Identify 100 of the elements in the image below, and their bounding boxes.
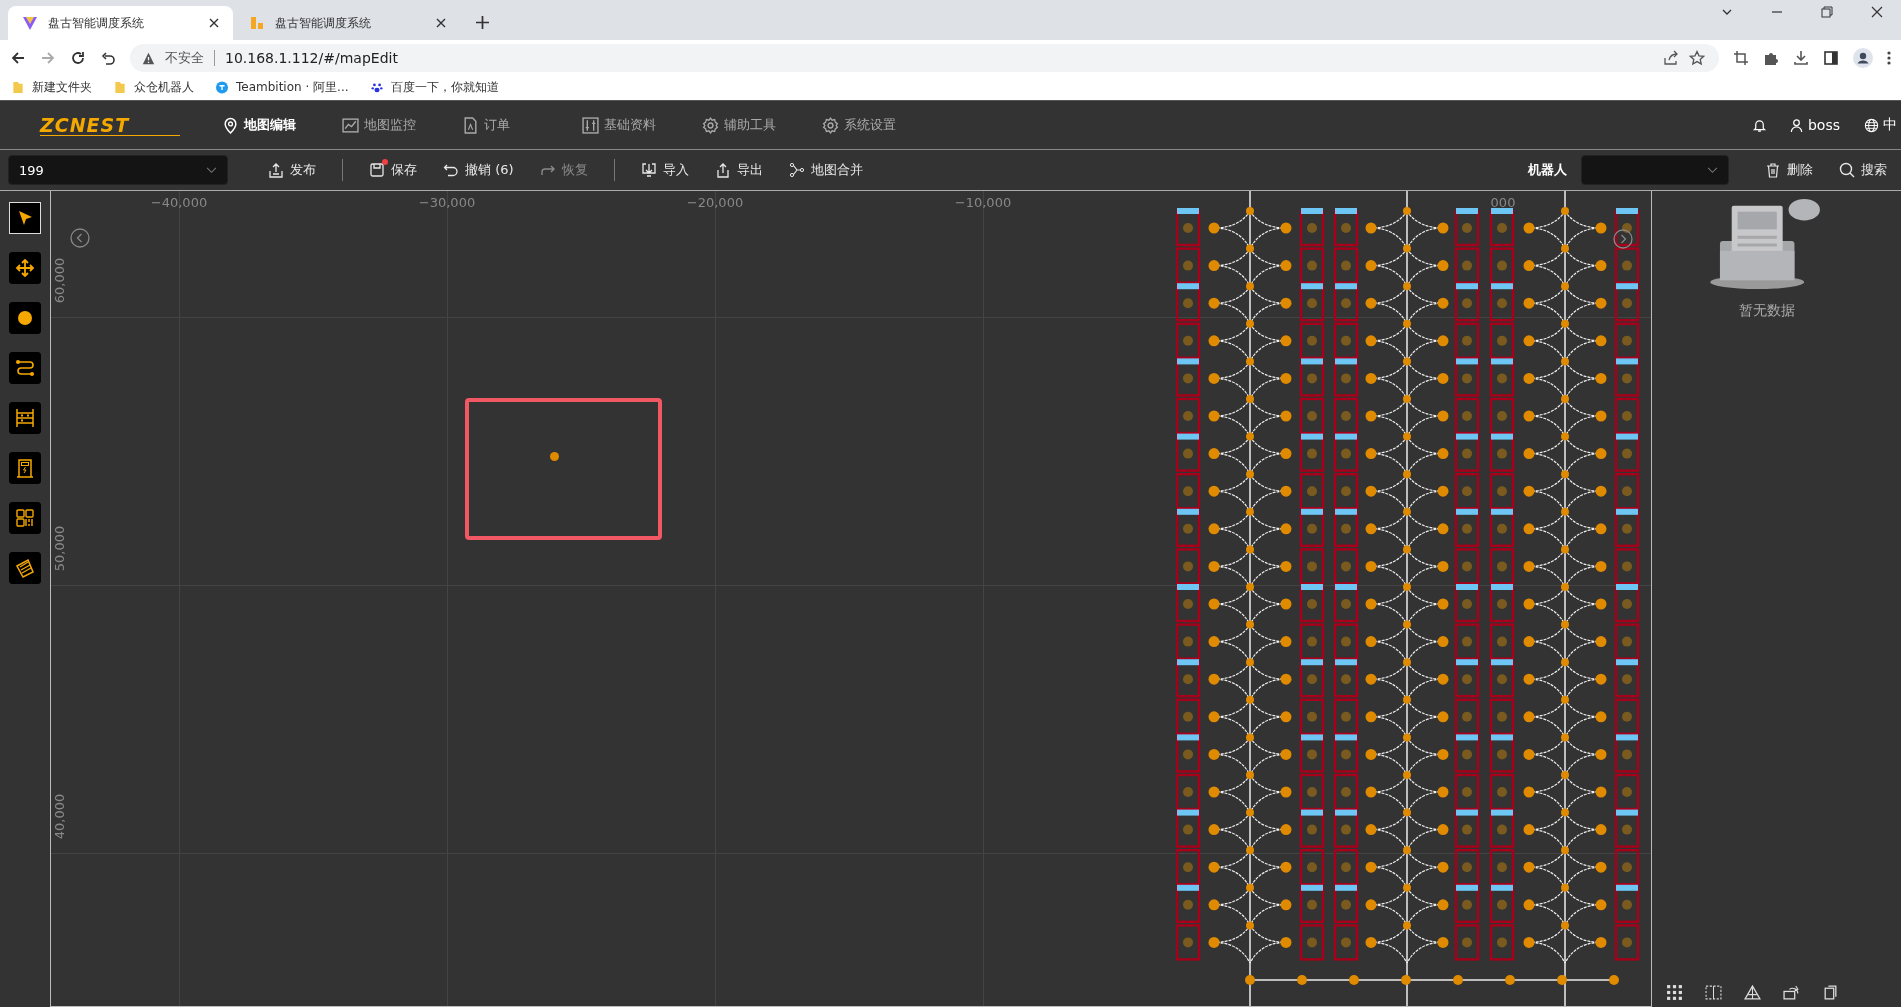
split-view-icon[interactable]: [1705, 984, 1722, 1001]
gear-icon: [822, 116, 839, 134]
y-axis-label: 50,000: [52, 525, 68, 572]
tool-button[interactable]: [9, 452, 41, 484]
back-arrow-icon[interactable]: [10, 50, 26, 66]
language-menu[interactable]: 中: [1864, 116, 1897, 134]
triangle-logo-icon: [22, 15, 38, 31]
browser-tab[interactable]: 盘古智能调度系统: [8, 6, 233, 40]
qr-code-icon: [15, 508, 35, 528]
empty-state-text: 暂无数据: [1738, 302, 1795, 320]
tool-button[interactable]: [9, 352, 41, 384]
restore-icon[interactable]: [1821, 6, 1833, 18]
warning-icon: [142, 51, 155, 65]
close-icon[interactable]: [209, 18, 219, 28]
nav-tab[interactable]: 辅助工具: [702, 116, 784, 134]
x-axis-label: −40,000: [150, 195, 208, 210]
import-icon: [640, 162, 657, 178]
nav-tab[interactable]: 基础资料: [582, 116, 664, 134]
puzzle-piece-icon[interactable]: [1763, 50, 1779, 66]
toolbar-button[interactable]: 导出: [708, 155, 769, 185]
star-icon[interactable]: [1689, 50, 1705, 66]
security-label: 不安全: [165, 49, 204, 67]
x-axis-label: −10,000: [954, 195, 1012, 210]
toolbar-button[interactable]: 地图合并: [782, 155, 869, 185]
search-icon: [1839, 162, 1855, 178]
user-icon: [1788, 117, 1804, 133]
nav-tab[interactable]: 地图编辑: [222, 116, 304, 134]
toolbar-button[interactable]: 发布: [262, 155, 322, 185]
chevron-left-circle-icon[interactable]: [70, 228, 90, 248]
toolbar-button[interactable]: 撤销 (6): [437, 155, 520, 185]
tool-button[interactable]: [9, 252, 41, 284]
shelf-icon: [15, 408, 35, 428]
bookmark-item[interactable]: 新建文件夹: [12, 78, 92, 96]
path-icon: [15, 358, 35, 378]
move-arrows-icon: [15, 258, 35, 278]
chevron-down-icon: [1707, 166, 1718, 174]
save-icon: [369, 162, 385, 178]
close-icon[interactable]: [436, 18, 446, 28]
undo-icon: [443, 162, 459, 178]
rotate-icon[interactable]: [1783, 984, 1800, 1001]
merge-icon: [788, 162, 805, 178]
bookmark-item[interactable]: 百度一下，你就知道: [370, 78, 499, 96]
plus-icon[interactable]: [476, 16, 489, 29]
sidebar-icon[interactable]: [1823, 50, 1839, 66]
triangle-icon[interactable]: [1744, 984, 1761, 1001]
dot-icon: [15, 308, 35, 328]
x-axis-label: −30,000: [418, 195, 476, 210]
map-point[interactable]: [550, 452, 559, 461]
browser-tab[interactable]: 盘古智能调度系统: [235, 6, 460, 40]
search-button[interactable]: 搜索: [1833, 155, 1893, 185]
circle-logo-icon: [216, 80, 228, 94]
user-menu[interactable]: boss: [1788, 117, 1840, 133]
download-icon[interactable]: [1793, 50, 1809, 66]
folder-icon: [12, 80, 24, 94]
grid-icon[interactable]: [1666, 984, 1683, 1001]
url-text: 10.168.1.112/#/mapEdit: [225, 50, 398, 66]
chevron-down-icon: [206, 166, 217, 174]
avatar-icon[interactable]: [1853, 48, 1873, 68]
sliders-icon: [582, 116, 599, 134]
upload-tray-icon: [268, 162, 284, 178]
globe-icon: [1864, 117, 1879, 133]
nav-tab[interactable]: 系统设置: [822, 116, 904, 134]
robot-label: 机器人: [1528, 161, 1567, 179]
x-axis-label: 000: [1490, 195, 1516, 210]
bell-icon[interactable]: [1751, 117, 1767, 133]
delete-button[interactable]: 删除: [1759, 155, 1819, 185]
address-bar[interactable]: 不安全 10.168.1.112/#/mapEdit: [130, 44, 1719, 72]
share-icon[interactable]: [1663, 50, 1679, 66]
folder-icon: [114, 80, 126, 94]
x-axis-label: −20,000: [686, 195, 744, 210]
crop-icon[interactable]: [1733, 50, 1749, 66]
toolbar-button[interactable]: 导入: [634, 155, 695, 185]
gear-icon: [702, 116, 719, 134]
tool-button[interactable]: [9, 402, 41, 434]
hatched-area-icon: [15, 558, 35, 578]
bookmark-item[interactable]: Teambition · 阿里...: [216, 78, 349, 96]
toolbar-button[interactable]: 保存: [363, 155, 423, 185]
map-select[interactable]: 199: [8, 155, 228, 185]
line-chart-icon: [342, 116, 359, 134]
robot-logo-icon: [249, 15, 265, 31]
document-icon: [462, 116, 479, 134]
tool-button[interactable]: [9, 552, 41, 584]
close-icon[interactable]: [1871, 6, 1883, 18]
trash-icon: [1765, 162, 1781, 178]
map-pin-icon: [222, 116, 239, 134]
reload-icon[interactable]: [70, 50, 86, 66]
nav-tab[interactable]: 地图监控: [342, 116, 424, 134]
selection-rectangle[interactable]: [465, 398, 662, 540]
undo-arrow-icon[interactable]: [100, 50, 116, 66]
bookmark-item[interactable]: 众仓机器人: [114, 78, 194, 96]
export-icon: [714, 162, 731, 178]
tool-button[interactable]: [9, 502, 41, 534]
copy-icon[interactable]: [1822, 984, 1839, 1001]
more-options-icon[interactable]: [1887, 50, 1891, 66]
logo-text: ZCNEST: [40, 114, 180, 136]
y-axis-label: 60,000: [52, 257, 68, 304]
charging-station-icon: [15, 458, 35, 478]
tool-button[interactable]: [9, 302, 41, 334]
chevron-right-circle-icon[interactable]: [1613, 229, 1633, 249]
nav-tab[interactable]: 订单: [462, 116, 544, 134]
